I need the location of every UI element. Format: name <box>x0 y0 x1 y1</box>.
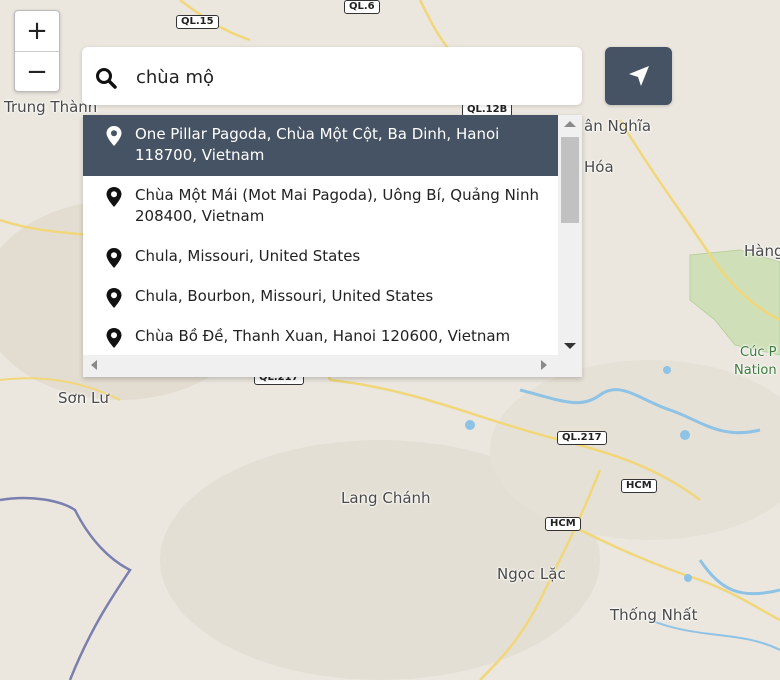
place-label: Nation <box>734 363 777 378</box>
river <box>698 559 780 596</box>
road-shield: QL.217 <box>557 431 607 445</box>
suggestions-list: One Pillar Pagoda, Chùa Một Cột, Ba Dinh… <box>83 115 558 357</box>
road-shield: HCM <box>545 517 581 531</box>
suggestions-dropdown: One Pillar Pagoda, Chùa Một Cột, Ba Dinh… <box>83 115 582 377</box>
map-pin-icon <box>106 288 122 308</box>
suggestion-label: Chula, Bourbon, Missouri, United States <box>135 287 434 305</box>
suggestion-item[interactable]: Chùa Bồ Đề, Thanh Xuan, Hanoi 120600, Vi… <box>83 317 558 357</box>
road-shield: HCM <box>621 479 657 493</box>
suggestion-item[interactable]: Chula, Bourbon, Missouri, United States <box>83 277 558 317</box>
place-label: Hóa <box>584 158 614 176</box>
search-icon <box>96 68 117 89</box>
suggestion-item[interactable]: One Pillar Pagoda, Chùa Một Cột, Ba Dinh… <box>83 115 558 176</box>
suggestion-item[interactable]: Chula, Missouri, United States <box>83 237 558 277</box>
vertical-scrollbar[interactable] <box>558 115 582 355</box>
border-line <box>0 496 132 680</box>
scroll-left-arrow[interactable] <box>91 360 97 370</box>
national-park-area <box>689 249 780 356</box>
zoom-control: + − <box>14 10 60 92</box>
road-shield: QL.15 <box>176 15 219 29</box>
suggestion-item[interactable]: Chùa Một Mái (Mot Mai Pagoda), Uông Bí, … <box>83 176 558 237</box>
scroll-down-arrow[interactable] <box>564 343 576 349</box>
map-pin-icon <box>106 328 122 348</box>
locate-button[interactable] <box>605 47 672 105</box>
river <box>649 619 780 651</box>
place-label: ân Nghĩa <box>584 117 652 135</box>
horizontal-scrollbar[interactable] <box>83 355 582 377</box>
search-box <box>82 47 582 105</box>
map-pin-icon <box>106 187 122 207</box>
place-label: Thống Nhất <box>610 606 698 624</box>
navigation-arrow-icon <box>628 66 649 86</box>
scroll-up-arrow[interactable] <box>564 121 576 127</box>
place-label: Ngọc Lặc <box>497 565 566 583</box>
scroll-thumb[interactable] <box>561 137 579 223</box>
map-pin-icon <box>106 248 122 268</box>
place-label: Hàng <box>744 242 780 260</box>
zoom-in-button[interactable]: + <box>15 11 59 51</box>
road <box>418 0 451 51</box>
suggestion-label: Chùa Một Mái (Mot Mai Pagoda), Uông Bí, … <box>135 186 539 225</box>
suggestion-label: Chula, Missouri, United States <box>135 247 361 265</box>
search-input[interactable] <box>134 61 558 93</box>
place-label: Sơn Lư <box>58 389 109 407</box>
place-label: Lang Chánh <box>341 489 431 507</box>
map-pin-icon <box>106 126 122 146</box>
scroll-right-arrow[interactable] <box>541 360 547 370</box>
suggestion-label: Chùa Bồ Đề, Thanh Xuan, Hanoi 120600, Vi… <box>135 327 511 345</box>
zoom-out-button[interactable]: − <box>15 52 59 92</box>
suggestion-label: One Pillar Pagoda, Chùa Một Cột, Ba Dinh… <box>135 125 500 164</box>
road-shield: QL.6 <box>344 0 380 14</box>
place-label: Cúc P <box>740 345 777 360</box>
